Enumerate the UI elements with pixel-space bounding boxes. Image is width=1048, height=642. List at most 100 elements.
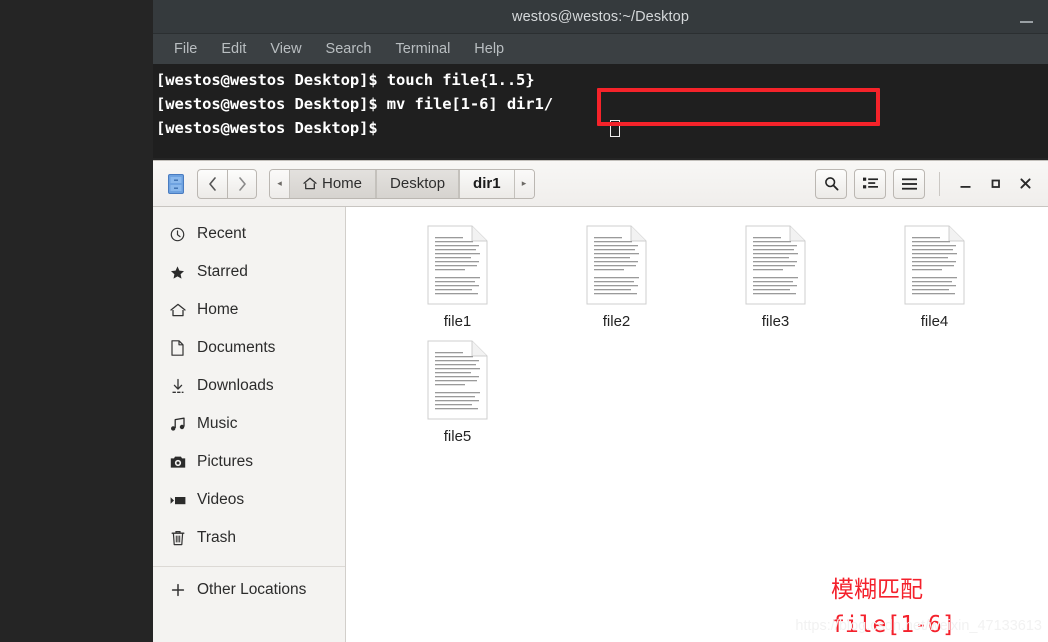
navigation-buttons xyxy=(197,168,257,199)
menu-file[interactable]: File xyxy=(162,39,209,60)
trash-icon xyxy=(169,530,186,546)
clock-icon xyxy=(169,227,186,242)
file-manager-headerbar: ◂ Home Desktop dir1 ▸ xyxy=(153,161,1048,207)
file-item[interactable]: file4 xyxy=(855,225,1014,330)
text-document-icon xyxy=(904,225,965,305)
document-icon xyxy=(169,340,186,356)
sidebar-item-trash[interactable]: Trash xyxy=(153,519,345,557)
list-view-icon xyxy=(862,177,878,190)
home-icon xyxy=(303,177,317,190)
annotation-line-1: 模糊匹配 xyxy=(831,577,923,603)
text-document-icon xyxy=(427,340,488,420)
home-icon xyxy=(169,303,186,317)
terminal-titlebar: westos@westos:~/Desktop xyxy=(153,0,1048,34)
watermark: https://blog.csdn.net/weixin_47133613 xyxy=(795,618,1042,634)
terminal-line: [westos@westos Desktop]$ mv file[1-6] di… xyxy=(156,92,1048,116)
breadcrumb-item-dir1[interactable]: dir1 xyxy=(459,169,515,198)
terminal-command: mv file[1-6] dir1/ xyxy=(377,95,553,113)
terminal-window: westos@westos:~/Desktop File Edit View S… xyxy=(153,0,1048,158)
breadcrumb-item-desktop[interactable]: Desktop xyxy=(376,169,460,198)
text-document-icon xyxy=(427,225,488,305)
headerbar-right-controls xyxy=(808,168,1040,199)
search-button[interactable] xyxy=(815,168,847,199)
file-label: file2 xyxy=(602,313,631,330)
sidebar-item-videos[interactable]: Videos xyxy=(153,481,345,519)
menu-search[interactable]: Search xyxy=(314,39,384,60)
music-note-icon xyxy=(169,417,186,432)
menu-help[interactable]: Help xyxy=(462,39,516,60)
text-document-icon xyxy=(586,225,647,305)
minimize-button[interactable] xyxy=(950,169,980,199)
video-icon xyxy=(169,494,186,507)
breadcrumb-label: dir1 xyxy=(473,175,501,192)
menu-button[interactable] xyxy=(893,168,925,199)
download-icon xyxy=(169,378,186,394)
file-label: file4 xyxy=(920,313,949,330)
star-icon xyxy=(169,265,186,280)
file-item[interactable]: file2 xyxy=(537,225,696,330)
file-manager-window: ◂ Home Desktop dir1 ▸ Recent Starred Hom… xyxy=(153,160,1048,642)
sidebar-item-pictures[interactable]: Pictures xyxy=(153,443,345,481)
search-icon xyxy=(824,176,839,191)
file-label: file3 xyxy=(761,313,790,330)
file-list-area[interactable]: file1 file2 file3 file4 file5 模糊匹配 file[… xyxy=(346,207,1048,642)
terminal-minimize-button[interactable] xyxy=(1010,3,1042,31)
terminal-menubar: File Edit View Search Terminal Help xyxy=(153,34,1048,64)
sidebar-item-recent[interactable]: Recent xyxy=(153,215,345,253)
sidebar-label: Pictures xyxy=(197,453,253,470)
sidebar-label: Starred xyxy=(197,263,248,280)
back-button[interactable] xyxy=(197,168,227,199)
plus-icon xyxy=(169,583,186,597)
terminal-cursor xyxy=(610,120,620,137)
breadcrumb-label: Home xyxy=(322,175,363,192)
sidebar-item-home[interactable]: Home xyxy=(153,291,345,329)
menu-view[interactable]: View xyxy=(258,39,313,60)
terminal-line: [westos@westos Desktop]$ touch file{1..5… xyxy=(156,68,1048,92)
view-options-button[interactable] xyxy=(854,168,886,199)
sidebar-item-other-locations[interactable]: Other Locations xyxy=(153,571,345,609)
text-document-icon xyxy=(745,225,806,305)
hamburger-icon xyxy=(901,177,917,190)
sidebar-item-documents[interactable]: Documents xyxy=(153,329,345,367)
file-label: file5 xyxy=(443,428,472,445)
forward-button[interactable] xyxy=(227,168,257,199)
sidebar-item-starred[interactable]: Starred xyxy=(153,253,345,291)
sidebar-label: Videos xyxy=(197,491,245,508)
file-item[interactable]: file3 xyxy=(696,225,855,330)
toolbar-separator xyxy=(939,171,940,196)
sidebar: Recent Starred Home Documents Downloads … xyxy=(153,207,346,642)
file-manager-body: Recent Starred Home Documents Downloads … xyxy=(153,207,1048,642)
sidebar-label: Home xyxy=(197,301,239,318)
camera-icon xyxy=(169,455,186,469)
sidebar-label: Trash xyxy=(197,529,237,546)
file-label: file1 xyxy=(443,313,472,330)
menu-edit[interactable]: Edit xyxy=(209,39,258,60)
sidebar-divider xyxy=(153,566,345,567)
terminal-prompt: [westos@westos Desktop]$ xyxy=(156,95,378,113)
breadcrumb: ◂ Home Desktop dir1 ▸ xyxy=(269,168,535,199)
breadcrumb-item-home[interactable]: Home xyxy=(289,169,377,198)
breadcrumb-scroll-right[interactable]: ▸ xyxy=(514,169,534,198)
sidebar-label: Downloads xyxy=(197,377,274,394)
terminal-title: westos@westos:~/Desktop xyxy=(512,8,689,25)
file-item[interactable]: file5 xyxy=(378,340,537,445)
desktop-screen: westos@westos:~/Desktop File Edit View S… xyxy=(0,0,1048,642)
file-cabinet-icon xyxy=(163,173,189,194)
sidebar-item-downloads[interactable]: Downloads xyxy=(153,367,345,405)
maximize-button[interactable] xyxy=(980,169,1010,199)
terminal-prompt: [westos@westos Desktop]$ xyxy=(156,71,378,89)
sidebar-label: Music xyxy=(197,415,238,432)
terminal-line: [westos@westos Desktop]$ xyxy=(156,116,1048,140)
sidebar-label: Documents xyxy=(197,339,276,356)
terminal-prompt: [westos@westos Desktop]$ xyxy=(156,119,378,137)
sidebar-item-music[interactable]: Music xyxy=(153,405,345,443)
file-item[interactable]: file1 xyxy=(378,225,537,330)
icon-grid: file1 file2 file3 file4 file5 xyxy=(346,225,1048,445)
terminal-command: touch file{1..5} xyxy=(377,71,535,89)
sidebar-label: Recent xyxy=(197,225,247,242)
menu-terminal[interactable]: Terminal xyxy=(384,39,463,60)
breadcrumb-scroll-left[interactable]: ◂ xyxy=(270,169,289,198)
terminal-output[interactable]: [westos@westos Desktop]$ touch file{1..5… xyxy=(153,64,1048,158)
sidebar-label: Other Locations xyxy=(197,581,307,598)
close-button[interactable] xyxy=(1010,169,1040,199)
